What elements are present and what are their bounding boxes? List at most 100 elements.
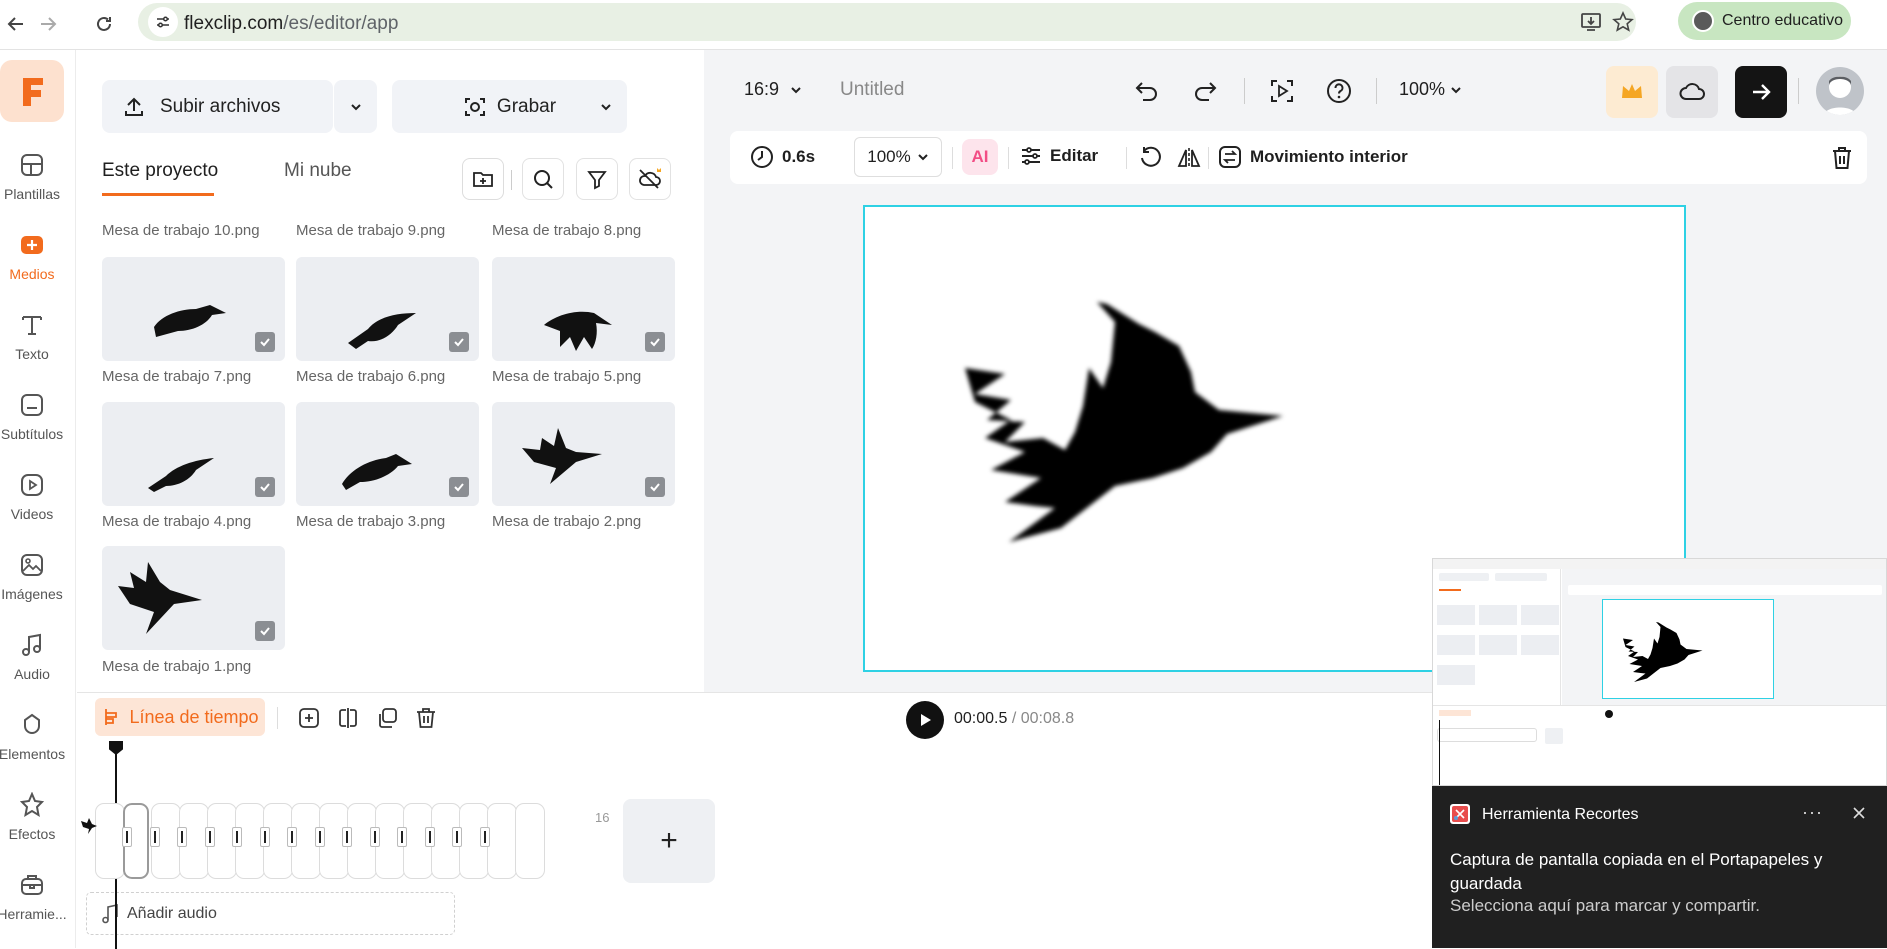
export-button[interactable]: [1735, 66, 1787, 118]
video-icon: [17, 470, 47, 500]
record-button[interactable]: Grabar: [392, 80, 627, 133]
checkbox-checked-icon[interactable]: [255, 477, 275, 497]
add-scene-icon[interactable]: [297, 706, 321, 730]
rail-item-plantillas[interactable]: Plantillas: [0, 150, 64, 220]
cloud-off-icon: [639, 168, 661, 189]
checkbox-checked-icon[interactable]: [255, 332, 275, 352]
transition-marker[interactable]: [397, 827, 407, 847]
upload-dropdown-button[interactable]: [334, 80, 377, 133]
transition-marker[interactable]: [314, 827, 325, 847]
user-avatar[interactable]: [1816, 67, 1864, 115]
filter-button[interactable]: [576, 158, 618, 200]
rail-label: Videos: [10, 506, 54, 522]
cloud-off-premium-button[interactable]: [629, 158, 671, 200]
transition-marker[interactable]: [232, 827, 242, 847]
delete-icon[interactable]: [1830, 145, 1854, 171]
help-icon[interactable]: [1324, 76, 1354, 106]
timeline-clip[interactable]: [487, 803, 517, 879]
transition-marker[interactable]: [369, 827, 380, 847]
undo-icon[interactable]: [1132, 76, 1162, 106]
checkbox-checked-icon[interactable]: [449, 477, 469, 497]
media-thumbnail[interactable]: [102, 546, 285, 650]
transition-marker[interactable]: [479, 827, 490, 847]
snipping-tool-notification[interactable]: Herramienta Recortes ··· Captura de pant…: [1432, 786, 1887, 948]
more-options-icon[interactable]: ···: [1802, 802, 1823, 823]
duplicate-icon[interactable]: [375, 706, 399, 730]
rotate-icon[interactable]: [1138, 146, 1162, 170]
add-audio-button[interactable]: Añadir audio: [86, 892, 455, 935]
edit-button[interactable]: Editar: [1020, 145, 1098, 167]
scale-select[interactable]: 100%: [854, 137, 942, 177]
toolbar-divider: [952, 147, 953, 169]
flexclip-logo[interactable]: [0, 60, 64, 122]
media-thumbnail[interactable]: [296, 257, 479, 361]
rail-item-subtitulos[interactable]: Subtítulos: [0, 390, 64, 460]
browser-profile-chip[interactable]: Centro educativo: [1678, 2, 1851, 40]
upload-files-button[interactable]: Subir archivos: [102, 80, 333, 133]
transition-marker[interactable]: [204, 827, 215, 847]
checkbox-checked-icon[interactable]: [255, 621, 275, 641]
back-icon[interactable]: [0, 8, 32, 40]
transition-marker[interactable]: [287, 827, 297, 847]
search-button[interactable]: [522, 158, 564, 200]
bookmark-star-icon[interactable]: [1612, 11, 1634, 33]
media-thumbnail[interactable]: [102, 402, 285, 506]
cloud-save-button[interactable]: [1666, 66, 1718, 118]
transition-marker[interactable]: [452, 827, 462, 847]
premium-button[interactable]: [1606, 66, 1658, 118]
timeline-clip[interactable]: [95, 803, 125, 879]
project-title[interactable]: Untitled: [840, 79, 904, 101]
tab-mi-nube[interactable]: Mi nube: [284, 160, 352, 182]
screenshot-preview-thumbnail[interactable]: [1432, 558, 1887, 786]
rail-label: Elementos: [0, 746, 66, 762]
add-clip-button[interactable]: +: [623, 799, 715, 883]
new-folder-button[interactable]: [462, 158, 504, 200]
checkbox-checked-icon[interactable]: [645, 477, 665, 497]
transition-marker[interactable]: [177, 827, 187, 847]
media-thumbnail[interactable]: [296, 402, 479, 506]
aspect-ratio-select[interactable]: 16:9: [744, 79, 803, 100]
timeline-toggle-button[interactable]: Línea de tiempo: [95, 698, 265, 736]
play-button[interactable]: [906, 701, 944, 739]
split-icon[interactable]: [336, 706, 360, 730]
rail-item-videos[interactable]: Videos: [0, 470, 64, 540]
rail-item-audio[interactable]: Audio: [0, 630, 64, 700]
checkbox-checked-icon[interactable]: [449, 332, 469, 352]
rail-item-imagenes[interactable]: Imágenes: [0, 550, 64, 620]
ai-tools-button[interactable]: AI: [962, 139, 998, 175]
inner-motion-button[interactable]: Movimiento interior: [1218, 145, 1408, 169]
rail-item-elementos[interactable]: Elementos: [0, 710, 66, 780]
file-name: Mesa de trabajo 5.png: [492, 368, 642, 385]
tab-este-proyecto[interactable]: Este proyecto: [102, 160, 218, 182]
media-icon: [17, 230, 47, 260]
transition-marker[interactable]: [424, 827, 435, 847]
rail-item-texto[interactable]: Texto: [0, 310, 64, 380]
profile-avatar: [1692, 10, 1714, 32]
transition-marker[interactable]: [342, 827, 352, 847]
install-app-icon[interactable]: [1580, 11, 1602, 33]
file-name: Mesa de trabajo 1.png: [102, 658, 252, 675]
site-settings-icon[interactable]: [148, 7, 178, 37]
trash-icon[interactable]: [414, 706, 438, 730]
zoom-select[interactable]: 100%: [1399, 79, 1463, 100]
transition-marker[interactable]: [259, 827, 270, 847]
timeline-clip[interactable]: [515, 803, 545, 879]
redo-icon[interactable]: [1190, 76, 1220, 106]
transition-marker[interactable]: [122, 827, 132, 847]
transition-marker[interactable]: [149, 827, 160, 847]
flip-icon[interactable]: [1176, 146, 1202, 170]
rail-item-herramientas[interactable]: Herramie...: [0, 870, 67, 940]
media-thumbnail[interactable]: [492, 402, 675, 506]
media-thumbnail[interactable]: [492, 257, 675, 361]
media-thumbnail[interactable]: [102, 257, 285, 361]
forward-icon[interactable]: [32, 8, 64, 40]
reload-icon[interactable]: [88, 8, 120, 40]
address-bar[interactable]: flexclip.com/es/editor/app: [138, 3, 1636, 41]
chevron-down-icon: [350, 103, 361, 110]
duration-control[interactable]: 0.6s: [750, 145, 815, 169]
rail-item-medios[interactable]: Medios: [0, 230, 64, 300]
rail-item-efectos[interactable]: Efectos: [0, 790, 64, 860]
checkbox-checked-icon[interactable]: [645, 332, 665, 352]
close-icon[interactable]: [1850, 804, 1868, 822]
preview-icon[interactable]: [1267, 76, 1297, 106]
